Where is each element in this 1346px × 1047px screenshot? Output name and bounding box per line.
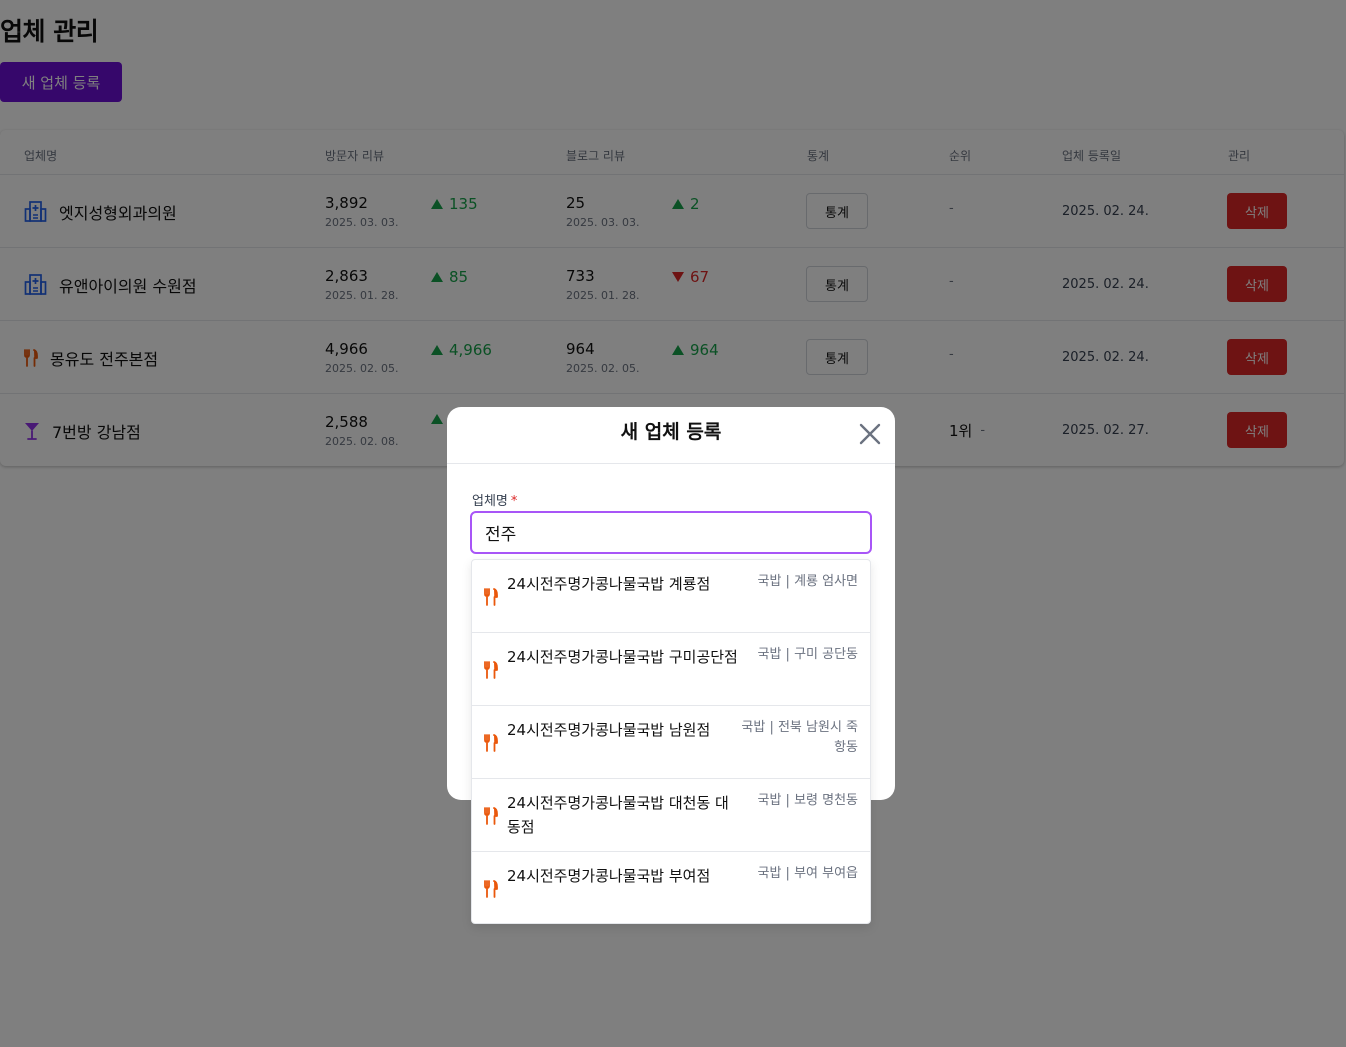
utensils-icon bbox=[484, 661, 498, 679]
required-mark: * bbox=[510, 494, 518, 509]
suggestion-item[interactable]: 24시전주명가콩나물국밥 계룡점 국밥 | 계룡 엄사면 bbox=[472, 560, 870, 633]
business-name-input[interactable] bbox=[470, 511, 872, 554]
close-icon[interactable] bbox=[859, 423, 881, 445]
suggestion-meta: 국밥 | 전북 남원시 죽항동 bbox=[741, 720, 858, 755]
suggestion-item[interactable]: 24시전주명가콩나물국밥 구미공단점 국밥 | 구미 공단동 bbox=[472, 633, 870, 706]
business-name-label: 업체명 * bbox=[472, 494, 518, 509]
utensils-icon bbox=[484, 880, 498, 898]
modal-header: 새 업체 등록 bbox=[447, 407, 895, 464]
suggestion-item[interactable]: 24시전주명가콩나물국밥 대천동 대동점 국밥 | 보령 명천동 bbox=[472, 779, 870, 852]
suggestion-item[interactable]: 24시전주명가콩나물국밥 남원점 국밥 | 전북 남원시 죽항동 bbox=[472, 706, 870, 779]
suggestion-meta: 국밥 | 보령 명천동 bbox=[757, 793, 859, 808]
utensils-icon bbox=[484, 588, 498, 606]
suggestion-name: 24시전주명가콩나물국밥 계룡점 bbox=[507, 575, 711, 593]
suggestion-name: 24시전주명가콩나물국밥 대천동 대동점 bbox=[507, 794, 729, 836]
suggestion-name: 24시전주명가콩나물국밥 부여점 bbox=[507, 867, 711, 885]
suggestion-dropdown: 24시전주명가콩나물국밥 계룡점 국밥 | 계룡 엄사면 24시전주명가콩나물국밥 … bbox=[471, 559, 871, 924]
suggestion-meta: 국밥 | 계룡 엄사면 bbox=[757, 574, 859, 589]
suggestion-name: 24시전주명가콩나물국밥 구미공단점 bbox=[507, 648, 738, 666]
suggestion-item[interactable]: 24시전주명가콩나물국밥 부여점 국밥 | 부여 부여읍 bbox=[472, 852, 870, 925]
modal-title: 새 업체 등록 bbox=[620, 421, 722, 443]
suggestion-name: 24시전주명가콩나물국밥 남원점 bbox=[507, 721, 711, 739]
suggestion-meta: 국밥 | 구미 공단동 bbox=[757, 647, 859, 662]
utensils-icon bbox=[484, 734, 498, 752]
suggestion-meta: 국밥 | 부여 부여읍 bbox=[757, 866, 859, 881]
utensils-icon bbox=[484, 807, 498, 825]
